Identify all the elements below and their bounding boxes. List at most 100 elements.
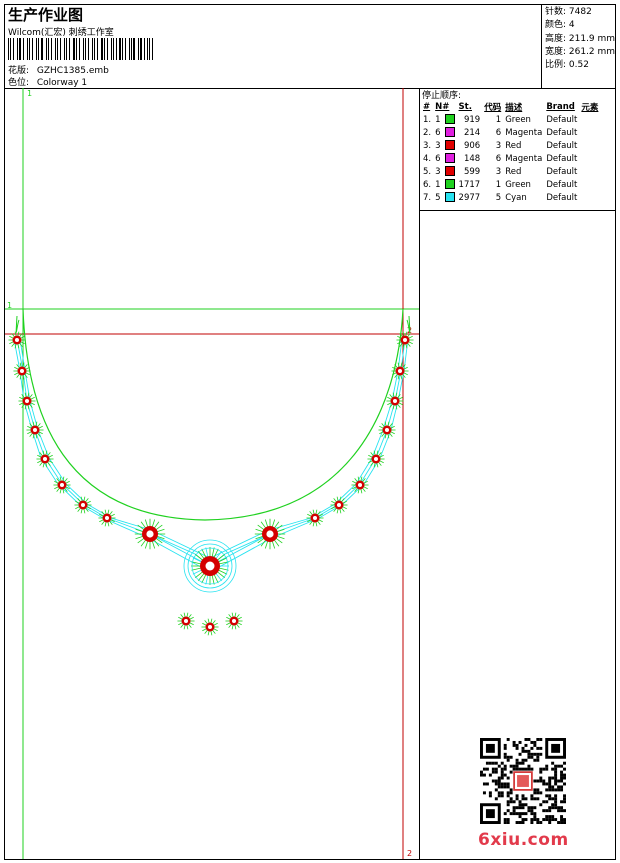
guide-marker-right-bottom: 2 xyxy=(407,849,412,858)
table-row[interactable]: 1. 1 919 1 Green Default xyxy=(421,113,600,126)
rosette-motif xyxy=(225,612,243,630)
design-width: 宽度: 261.2 mm xyxy=(545,46,616,57)
row-index: 1. xyxy=(423,114,432,125)
row-element xyxy=(579,139,600,152)
design-scale: 比例: 0.52 xyxy=(545,60,589,71)
row-swatch xyxy=(443,178,457,191)
row-swatch xyxy=(443,191,457,204)
col-code: 代码 xyxy=(484,103,502,113)
rosette-motif xyxy=(386,392,404,410)
row-desc: Green xyxy=(505,179,531,190)
row-element xyxy=(579,165,600,178)
row-element xyxy=(579,113,600,126)
row-needle: 6 xyxy=(435,153,441,164)
guide-marker-left: 1 xyxy=(7,301,12,310)
row-brand: Default xyxy=(546,192,578,203)
table-row[interactable]: 4. 6 148 6 Magenta Default xyxy=(421,152,600,165)
col-desc: 描述 xyxy=(505,103,523,113)
row-swatch xyxy=(443,165,457,178)
chain-lines xyxy=(13,338,409,573)
rosette-motif xyxy=(201,618,219,636)
row-index: 3. xyxy=(423,140,432,151)
col-element: 元素 xyxy=(581,103,599,113)
row-stitches: 906 xyxy=(463,140,481,151)
row-needle: 3 xyxy=(435,140,441,151)
row-index: 5. xyxy=(423,166,432,177)
rosette-motif xyxy=(183,539,237,593)
row-desc: Green xyxy=(505,114,531,125)
row-brand: Default xyxy=(546,153,578,164)
rosette-motif xyxy=(18,392,36,410)
row-code: 1 xyxy=(495,179,502,190)
table-row[interactable]: 3. 3 906 3 Red Default xyxy=(421,139,600,152)
neckline-tail-left xyxy=(15,315,20,333)
row-desc: Red xyxy=(505,140,522,151)
table-row[interactable]: 2. 6 214 6 Magenta Default xyxy=(421,126,600,139)
color-swatch xyxy=(444,140,455,151)
row-needle: 6 xyxy=(435,127,441,138)
rosette-motif xyxy=(26,421,44,439)
rosette-motif xyxy=(330,496,348,514)
header-divider xyxy=(541,5,542,88)
color-swatch xyxy=(444,192,455,203)
row-code: 5 xyxy=(495,192,502,203)
table-row[interactable]: 6. 1 1717 1 Green Default xyxy=(421,178,600,191)
row-brand: Default xyxy=(546,179,578,190)
col-stitches: St. xyxy=(458,102,472,112)
colorway-row: 色位: Colorway 1 xyxy=(8,75,87,88)
row-code: 3 xyxy=(495,166,502,177)
rosette-group xyxy=(8,331,414,636)
row-element xyxy=(579,126,600,139)
stats-block: 针数: 7482 颜色: 4 高度: 211.9 mm 宽度: 261.2 mm… xyxy=(545,6,615,72)
row-needle: 5 xyxy=(435,192,441,203)
row-index: 6. xyxy=(423,179,432,190)
row-code: 3 xyxy=(495,140,502,151)
guide-marker-top: 1 xyxy=(27,89,32,98)
row-brand: Default xyxy=(546,127,578,138)
row-needle: 3 xyxy=(435,166,441,177)
rosette-motif xyxy=(53,476,71,494)
table-row[interactable]: 7. 5 2977 5 Cyan Default xyxy=(421,191,600,204)
rosette-motif xyxy=(177,612,195,630)
row-element xyxy=(579,191,600,204)
stitch-count: 针数: 7482 xyxy=(545,7,592,17)
page-title: 生产作业图 xyxy=(8,6,84,24)
row-stitches: 599 xyxy=(463,166,481,177)
row-index: 4. xyxy=(423,153,432,164)
studio-subtitle: Wilcom(汇宏) 刺绣工作室 xyxy=(8,28,114,38)
embroidery-preview: 1 1 2 2 xyxy=(5,88,419,859)
table-row[interactable]: 5. 3 599 3 Red Default xyxy=(421,165,600,178)
row-needle: 1 xyxy=(435,114,441,125)
row-element xyxy=(579,178,600,191)
rosette-motif xyxy=(351,476,369,494)
row-desc: Magenta xyxy=(505,127,543,138)
col-brand: Brand xyxy=(546,102,575,112)
row-brand: Default xyxy=(546,166,578,177)
colorway-value: Colorway 1 xyxy=(36,78,88,88)
row-index: 2. xyxy=(423,127,432,138)
row-code: 6 xyxy=(495,153,502,164)
row-desc: Cyan xyxy=(505,192,527,203)
stop-sequence-box: 停止顺序: # N# St. 代码 描述 Brand 元素 1. 1 919 1 Gre… xyxy=(420,88,615,211)
qr-code xyxy=(480,738,566,824)
row-code: 1 xyxy=(495,114,502,125)
design-height: 高度: 211.9 mm xyxy=(545,33,616,44)
stop-sequence-title: 停止顺序: xyxy=(422,91,462,101)
stop-sequence-table: # N# St. 代码 描述 Brand 元素 1. 1 919 1 Green Defa… xyxy=(421,101,600,204)
barcode xyxy=(8,38,156,60)
col-needle: N# xyxy=(435,102,450,112)
row-desc: Magenta xyxy=(505,153,543,164)
color-swatch xyxy=(444,153,455,164)
watermark-logo: 6xiu.com xyxy=(478,830,569,850)
colorway-label: 色位: xyxy=(8,78,30,88)
design-canvas[interactable]: 1 1 2 2 xyxy=(4,88,420,860)
row-swatch xyxy=(443,126,457,139)
header-panel: 生产作业图 Wilcom(汇宏) 刺绣工作室 花版: GZHC1385.emb … xyxy=(4,4,616,89)
row-brand: Default xyxy=(546,140,578,151)
row-swatch xyxy=(443,113,457,126)
row-swatch xyxy=(443,139,457,152)
color-swatch xyxy=(444,127,455,138)
row-brand: Default xyxy=(546,114,578,125)
row-desc: Red xyxy=(505,166,522,177)
color-count: 颜色: 4 xyxy=(545,20,575,31)
